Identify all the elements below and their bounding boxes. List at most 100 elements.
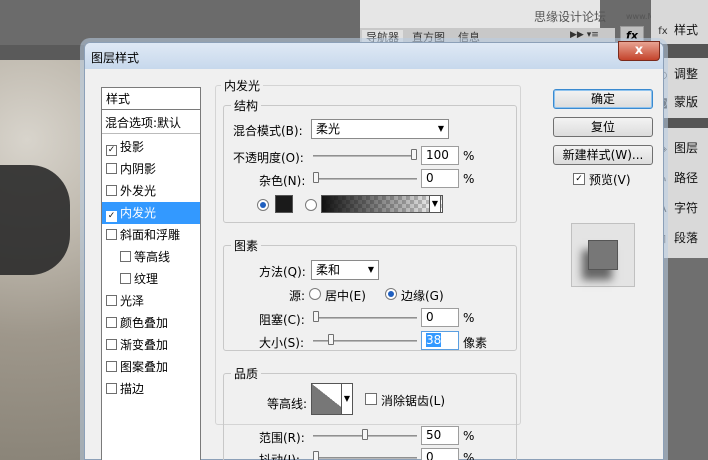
chevron-down-icon[interactable]: ▼ xyxy=(429,195,441,213)
chevron-down-icon[interactable]: ▼ xyxy=(341,383,353,415)
source-label: 源: xyxy=(289,289,306,303)
choke-slider-thumb[interactable] xyxy=(313,311,319,322)
style-item[interactable]: 光泽 xyxy=(102,290,200,312)
source-edge-radio[interactable] xyxy=(385,288,397,300)
style-list: 样式 混合选项:默认 ✓ 投影 内阴影 外发光 ✓ 内发光 斜面和浮雕 等高线 纹理 光泽 颜色叠加… xyxy=(101,87,201,460)
style-item-label: 图案叠加 xyxy=(120,360,169,374)
opacity-slider-thumb[interactable] xyxy=(411,149,417,160)
ok-button[interactable]: 确定 xyxy=(553,89,653,109)
fx-icon: fx xyxy=(658,26,668,37)
range-slider-thumb[interactable] xyxy=(362,429,368,440)
style-item-checkbox[interactable] xyxy=(120,273,131,284)
style-item[interactable]: ✓ 投影 xyxy=(102,136,200,158)
style-item-label: 外发光 xyxy=(120,184,157,198)
section-title: 内发光 xyxy=(221,77,264,94)
noise-slider[interactable] xyxy=(313,178,417,180)
contour-label: 等高线: xyxy=(267,397,308,411)
style-item-checkbox[interactable] xyxy=(106,295,117,306)
noise-slider-thumb[interactable] xyxy=(313,172,319,183)
style-item[interactable]: 外发光 xyxy=(102,180,200,202)
style-item-checkbox[interactable]: ✓ xyxy=(106,145,117,156)
chevron-down-icon: ▼ xyxy=(367,265,374,274)
style-item-checkbox[interactable] xyxy=(106,229,117,240)
size-unit: 像素 xyxy=(463,336,488,350)
panel-expand-icon[interactable]: ▶▶ ▾≡ xyxy=(570,30,599,40)
jitter-slider[interactable] xyxy=(313,457,417,459)
preview-thumbnail xyxy=(571,223,635,287)
range-label: 范围(R): xyxy=(259,431,305,445)
preview-shape xyxy=(588,240,618,270)
quality-group xyxy=(223,373,517,460)
opacity-input[interactable]: 100 xyxy=(421,146,459,165)
style-item-checkbox[interactable] xyxy=(106,339,117,350)
source-edge-label: 边缘(G) xyxy=(401,289,444,303)
size-input[interactable]: 38 xyxy=(421,331,459,350)
size-slider-thumb[interactable] xyxy=(327,334,334,345)
panel-item-styles[interactable]: fx 样式 xyxy=(655,20,708,40)
style-item-label: 等高线 xyxy=(134,250,171,264)
elements-legend: 图素 xyxy=(231,237,262,254)
opacity-label: 不透明度(O): xyxy=(233,151,304,165)
jitter-unit: % xyxy=(463,451,475,460)
blend-mode-select[interactable]: 柔光 ▼ xyxy=(311,119,449,139)
style-item-checkbox[interactable] xyxy=(120,251,131,262)
dialog-content: 样式 混合选项:默认 ✓ 投影 内阴影 外发光 ✓ 内发光 斜面和浮雕 等高线 纹理 光泽 颜色叠加… xyxy=(91,71,657,460)
style-item[interactable]: 渐变叠加 xyxy=(102,334,200,356)
layer-style-dialog: 图层样式 x 样式 混合选项:默认 ✓ 投影 内阴影 外发光 ✓ 内发光 斜面和浮雕 等高线纹… xyxy=(84,41,664,460)
gradient-preview[interactable] xyxy=(321,195,443,213)
blend-options-item[interactable]: 混合选项:默认 xyxy=(102,112,200,134)
jitter-slider-thumb[interactable] xyxy=(313,451,319,460)
style-item-checkbox[interactable] xyxy=(106,317,117,328)
choke-slider[interactable] xyxy=(313,317,417,319)
style-item-checkbox[interactable] xyxy=(106,185,117,196)
chevron-down-icon: ▼ xyxy=(437,124,444,133)
preview-checkbox[interactable]: ✓ xyxy=(573,173,585,185)
blend-mode-label: 混合模式(B): xyxy=(233,124,303,138)
close-icon: x xyxy=(634,43,644,58)
antialias-checkbox[interactable] xyxy=(365,393,377,405)
canvas-artwork-shape xyxy=(0,165,70,275)
method-select[interactable]: 柔和 ▼ xyxy=(311,260,379,280)
style-item[interactable]: 图案叠加 xyxy=(102,356,200,378)
glow-color-swatch[interactable] xyxy=(275,195,293,213)
method-label: 方法(Q): xyxy=(259,265,306,279)
watermark-text: 思缘设计论坛 xyxy=(534,10,607,24)
style-item-checkbox[interactable] xyxy=(106,383,117,394)
range-unit: % xyxy=(463,429,475,443)
solid-color-radio[interactable] xyxy=(257,199,269,211)
style-item[interactable]: 斜面和浮雕 xyxy=(102,224,200,246)
noise-label: 杂色(N): xyxy=(259,174,306,188)
structure-legend: 结构 xyxy=(231,97,262,114)
style-item-label: 投影 xyxy=(120,140,145,154)
style-item-checkbox[interactable] xyxy=(106,361,117,372)
choke-unit: % xyxy=(463,311,475,325)
style-item[interactable]: 纹理 xyxy=(102,268,200,290)
jitter-input[interactable]: 0 xyxy=(421,448,459,460)
range-input[interactable]: 50 xyxy=(421,426,459,445)
style-item[interactable]: 内阴影 xyxy=(102,158,200,180)
style-item-label: 斜面和浮雕 xyxy=(120,228,181,242)
source-center-radio[interactable] xyxy=(309,288,321,300)
quality-legend: 品质 xyxy=(231,365,262,382)
preview-label: 预览(V) xyxy=(589,173,631,187)
style-item[interactable]: ✓ 内发光 xyxy=(102,202,200,224)
style-item-label: 颜色叠加 xyxy=(120,316,169,330)
choke-input[interactable]: 0 xyxy=(421,308,459,327)
style-item[interactable]: 颜色叠加 xyxy=(102,312,200,334)
style-item-checkbox[interactable] xyxy=(106,163,117,174)
reset-button[interactable]: 复位 xyxy=(553,117,653,137)
inner-glow-settings: 内发光 结构 混合模式(B): 柔光 ▼ 不透明度(O): 100 % 杂色(N… xyxy=(215,77,533,460)
style-item[interactable]: 描边 xyxy=(102,378,200,400)
noise-input[interactable]: 0 xyxy=(421,169,459,188)
close-button[interactable]: x xyxy=(618,41,660,61)
dialog-titlebar[interactable]: 图层样式 x xyxy=(85,41,663,69)
gradient-radio[interactable] xyxy=(305,199,317,211)
style-item-label: 渐变叠加 xyxy=(120,338,169,352)
choke-label: 阻塞(C): xyxy=(259,313,305,327)
opacity-slider[interactable] xyxy=(313,155,417,157)
new-style-button[interactable]: 新建样式(W)... xyxy=(553,145,653,165)
style-item[interactable]: 等高线 xyxy=(102,246,200,268)
style-list-header[interactable]: 样式 xyxy=(102,88,200,110)
style-item-checkbox[interactable]: ✓ xyxy=(106,211,117,222)
style-item-label: 光泽 xyxy=(120,294,145,308)
